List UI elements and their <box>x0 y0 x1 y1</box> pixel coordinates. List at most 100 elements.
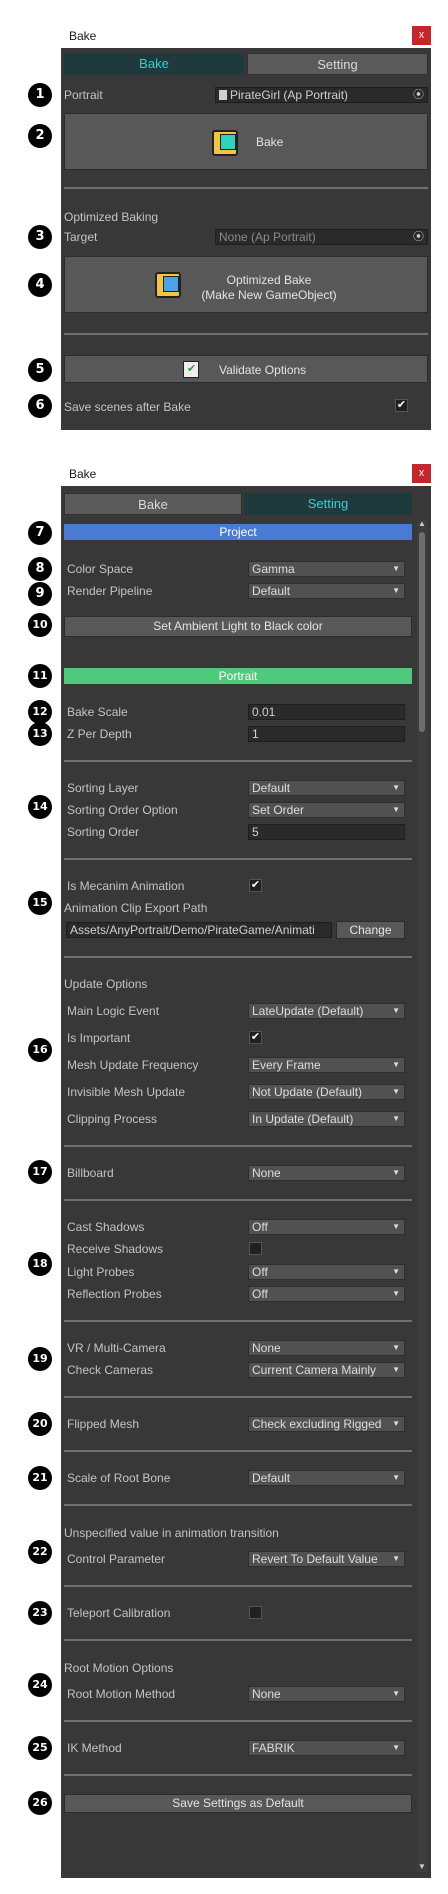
close-button[interactable]: x <box>412 26 431 45</box>
render-pipeline-dropdown[interactable]: Default ▼ <box>248 583 405 599</box>
chevron-down-icon: ▼ <box>392 1743 400 1752</box>
validate-icon: ✔ <box>183 361 199 378</box>
is-important-label: Is Important <box>67 1031 131 1045</box>
mesh-update-dropdown[interactable]: Every Frame ▼ <box>248 1057 405 1073</box>
scrollbar-thumb[interactable] <box>419 532 425 732</box>
divider <box>64 1720 412 1722</box>
optimized-baking-label: Optimized Baking <box>64 210 159 224</box>
root-motion-method-dropdown[interactable]: None ▼ <box>248 1686 405 1702</box>
tab-bake[interactable]: Bake <box>64 53 244 75</box>
marker-9: 9 <box>28 582 52 606</box>
receive-shadows-checkbox[interactable] <box>249 1242 262 1255</box>
clipping-dropdown[interactable]: In Update (Default) ▼ <box>248 1111 405 1127</box>
root-motion-method-label: Root Motion Method <box>67 1687 176 1701</box>
sorting-layer-dropdown[interactable]: Default ▼ <box>248 780 405 796</box>
chevron-down-icon: ▼ <box>392 1554 400 1563</box>
unspecified-label: Unspecified value in animation transitio… <box>64 1526 279 1540</box>
portrait-value: PirateGirl (Ap Portrait) <box>230 88 349 102</box>
sorting-order-option-dropdown[interactable]: Set Order ▼ <box>248 802 405 818</box>
marker-4: 4 <box>28 273 52 297</box>
marker-23: 23 <box>28 1601 52 1625</box>
object-picker-icon[interactable]: ⦿ <box>413 88 424 102</box>
color-space-label: Color Space <box>67 562 134 576</box>
divider <box>64 956 412 958</box>
marker-18: 18 <box>28 1252 52 1276</box>
is-important-checkbox[interactable]: ✔ <box>249 1031 262 1044</box>
bake-button-label: Bake <box>256 135 284 149</box>
scale-root-dropdown[interactable]: Default ▼ <box>248 1470 405 1486</box>
bake-button[interactable]: Bake <box>64 113 428 170</box>
marker-14: 14 <box>28 795 52 819</box>
chevron-down-icon: ▼ <box>392 1060 400 1069</box>
marker-2: 2 <box>28 124 52 148</box>
flipped-mesh-dropdown[interactable]: Check excluding Rigged ▼ <box>248 1416 405 1432</box>
vr-dropdown[interactable]: None ▼ <box>248 1340 405 1356</box>
target-field[interactable]: None (Ap Portrait) ⦿ <box>215 229 428 245</box>
sorting-order-label: Sorting Order <box>67 825 140 839</box>
chevron-down-icon: ▼ <box>392 1343 400 1352</box>
clip-export-path-field[interactable]: Assets/AnyPortrait/Demo/PirateGame/Anima… <box>66 922 332 938</box>
window-title: Bake <box>69 467 97 481</box>
billboard-dropdown[interactable]: None ▼ <box>248 1165 405 1181</box>
tab-bake[interactable]: Bake <box>64 493 242 515</box>
chevron-down-icon: ▼ <box>392 783 400 792</box>
divider <box>64 858 412 860</box>
chevron-down-icon: ▼ <box>392 1365 400 1374</box>
save-scenes-checkbox[interactable]: ✔ <box>395 399 408 412</box>
sorting-order-option-label: Sorting Order Option <box>67 803 178 817</box>
divider <box>64 1320 412 1322</box>
marker-8: 8 <box>28 557 52 581</box>
control-param-label: Control Parameter <box>67 1552 166 1566</box>
change-path-button[interactable]: Change <box>336 921 405 939</box>
update-options-label: Update Options <box>64 977 148 991</box>
cast-shadows-label: Cast Shadows <box>67 1220 145 1234</box>
divider <box>64 1504 412 1506</box>
teleport-checkbox[interactable] <box>249 1606 262 1619</box>
sorting-layer-label: Sorting Layer <box>67 781 139 795</box>
file-icon <box>219 90 227 100</box>
teleport-label: Teleport Calibration <box>67 1606 171 1620</box>
check-cameras-dropdown[interactable]: Current Camera Mainly ▼ <box>248 1362 405 1378</box>
project-header: Project <box>64 524 412 540</box>
validate-options-button[interactable]: ✔ Validate Options <box>64 355 428 383</box>
tab-setting[interactable]: Setting <box>244 493 412 515</box>
z-per-depth-label: Z Per Depth <box>67 727 132 741</box>
chevron-down-icon: ▼ <box>392 1168 400 1177</box>
marker-7: 7 <box>28 521 52 545</box>
close-button[interactable]: x <box>412 464 431 483</box>
save-scenes-label: Save scenes after Bake <box>64 400 191 414</box>
sorting-order-field[interactable]: 5 <box>248 824 405 840</box>
z-per-depth-field[interactable]: 1 <box>248 726 405 742</box>
cast-shadows-dropdown[interactable]: Off ▼ <box>248 1219 405 1235</box>
ambient-light-button[interactable]: Set Ambient Light to Black color <box>64 616 412 637</box>
chevron-down-icon: ▼ <box>392 1267 400 1276</box>
bake-icon <box>212 130 238 156</box>
validate-label: Validate Options <box>219 363 307 377</box>
divider <box>64 333 428 335</box>
divider <box>64 1639 412 1641</box>
ik-method-label: IK Method <box>67 1741 122 1755</box>
optimized-bake-button[interactable]: Optimized Bake (Make New GameObject) <box>64 256 428 313</box>
control-param-dropdown[interactable]: Revert To Default Value ▼ <box>248 1551 405 1567</box>
main-logic-dropdown[interactable]: LateUpdate (Default) ▼ <box>248 1003 405 1019</box>
light-probes-dropdown[interactable]: Off ▼ <box>248 1264 405 1280</box>
reflection-probes-dropdown[interactable]: Off ▼ <box>248 1286 405 1302</box>
bake-scale-label: Bake Scale <box>67 705 128 719</box>
save-settings-default-button[interactable]: Save Settings as Default <box>64 1794 412 1813</box>
scroll-up-arrow-icon[interactable]: ▲ <box>418 519 426 528</box>
invisible-mesh-dropdown[interactable]: Not Update (Default) ▼ <box>248 1084 405 1100</box>
clipping-label: Clipping Process <box>67 1112 158 1126</box>
divider <box>64 1585 412 1587</box>
divider <box>64 1145 412 1147</box>
is-mecanim-checkbox[interactable]: ✔ <box>249 879 262 892</box>
bake-scale-field[interactable]: 0.01 <box>248 704 405 720</box>
marker-19: 19 <box>28 1347 52 1371</box>
portrait-field[interactable]: PirateGirl (Ap Portrait) ⦿ <box>215 87 428 103</box>
optimized-bake-label-1: Optimized Bake <box>226 273 312 287</box>
color-space-dropdown[interactable]: Gamma ▼ <box>248 561 405 577</box>
ik-method-dropdown[interactable]: FABRIK ▼ <box>248 1740 405 1756</box>
scroll-down-arrow-icon[interactable]: ▼ <box>418 1862 426 1871</box>
tab-setting[interactable]: Setting <box>247 53 428 75</box>
object-picker-icon[interactable]: ⦿ <box>413 230 424 244</box>
invisible-mesh-label: Invisible Mesh Update <box>67 1085 186 1099</box>
